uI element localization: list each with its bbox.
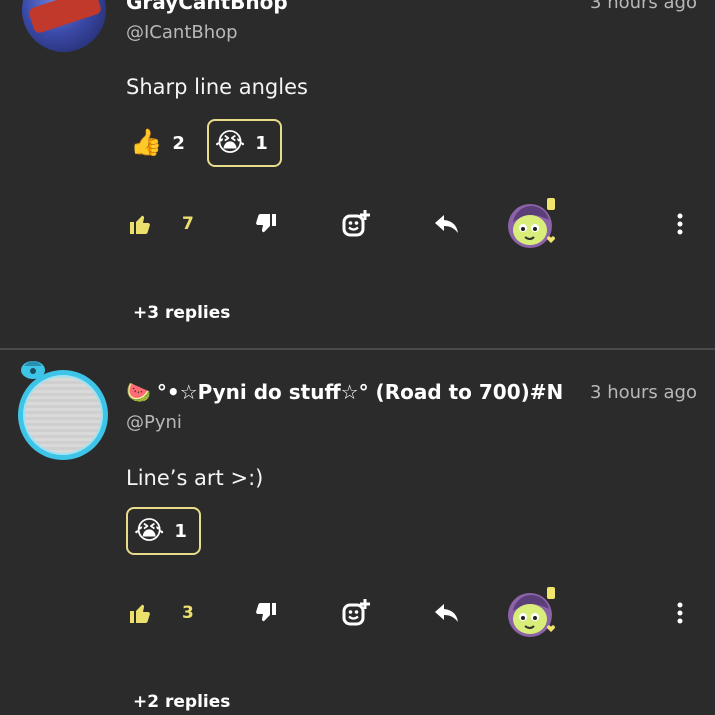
comment-2: 🍉 °•☆Pyni do stuff☆° (Road to 700)#N 3 h…	[0, 349, 715, 715]
reaction-count: 1	[174, 520, 187, 542]
reply-icon	[435, 604, 458, 622]
like-count: 7	[182, 214, 194, 234]
display-name-text[interactable]: °•☆Pyni do stuff☆° (Road to 700)#N	[157, 380, 563, 404]
timestamp: 3 hours ago	[590, 382, 697, 403]
more-options-button[interactable]	[676, 204, 684, 244]
view-replies-button[interactable]: +3 replies	[133, 303, 230, 323]
thumbs-up-icon	[130, 604, 150, 623]
reply-icon	[435, 215, 458, 233]
like-button[interactable]	[128, 204, 152, 244]
like-button[interactable]	[128, 593, 152, 633]
avatar-art	[23, 375, 103, 455]
action-bar: 7	[0, 198, 715, 248]
dislike-button[interactable]	[254, 593, 278, 633]
display-name[interactable]: 🍉 °•☆Pyni do stuff☆° (Road to 700)#N	[126, 378, 574, 406]
sticker-icon	[508, 198, 555, 248]
view-replies-button[interactable]: +2 replies	[133, 692, 230, 712]
user-handle[interactable]: @ICantBhop	[126, 22, 238, 43]
timestamp: 3 hours ago	[590, 0, 697, 13]
more-vertical-icon	[677, 213, 683, 235]
reaction-thumbs-up[interactable]: 👍 2	[126, 119, 189, 167]
thumbs-down-icon	[256, 214, 276, 233]
comment-text: Sharp line angles	[126, 75, 308, 99]
comment-text: Line’s art >:)	[126, 466, 264, 490]
avatar[interactable]	[18, 370, 108, 460]
user-handle[interactable]: @Pyni	[126, 412, 182, 433]
comment-1: GrayCantBhop 3 hours ago @ICantBhop Shar…	[0, 0, 715, 348]
dislike-button[interactable]	[254, 204, 278, 244]
sticker-icon	[508, 587, 555, 637]
sticker-button[interactable]	[503, 585, 561, 643]
avatar[interactable]	[22, 0, 106, 52]
more-vertical-icon	[677, 602, 683, 624]
add-reaction-button[interactable]	[341, 204, 371, 244]
thumbs-up-emoji-icon: 👍	[130, 128, 163, 158]
reaction-crying[interactable]: 😭 1	[206, 119, 282, 167]
thumbs-up-icon	[130, 215, 150, 234]
reaction-count: 1	[255, 132, 268, 154]
reaction-count: 2	[172, 132, 185, 154]
display-name-text[interactable]: GrayCantBhop	[126, 0, 288, 14]
crying-emoji-icon: 😭	[134, 516, 165, 546]
reply-button[interactable]	[433, 204, 461, 244]
add-reaction-icon	[342, 210, 370, 237]
crying-emoji-icon: 😭	[214, 128, 246, 158]
like-count: 3	[182, 603, 194, 623]
reply-button[interactable]	[433, 593, 461, 633]
more-options-button[interactable]	[676, 593, 684, 633]
reaction-list: 😭 1	[126, 507, 201, 555]
display-name[interactable]: GrayCantBhop	[126, 0, 288, 16]
action-bar: 3	[0, 587, 715, 637]
sticker-button[interactable]	[503, 196, 561, 254]
reaction-crying[interactable]: 😭 1	[126, 507, 201, 555]
thumbs-down-icon	[256, 603, 276, 622]
avatar-art	[27, 0, 103, 35]
add-reaction-button[interactable]	[341, 593, 371, 633]
add-reaction-icon	[342, 599, 370, 626]
reaction-list: 👍 2 😭 1	[126, 119, 282, 167]
watermelon-icon: 🍉	[126, 380, 151, 404]
